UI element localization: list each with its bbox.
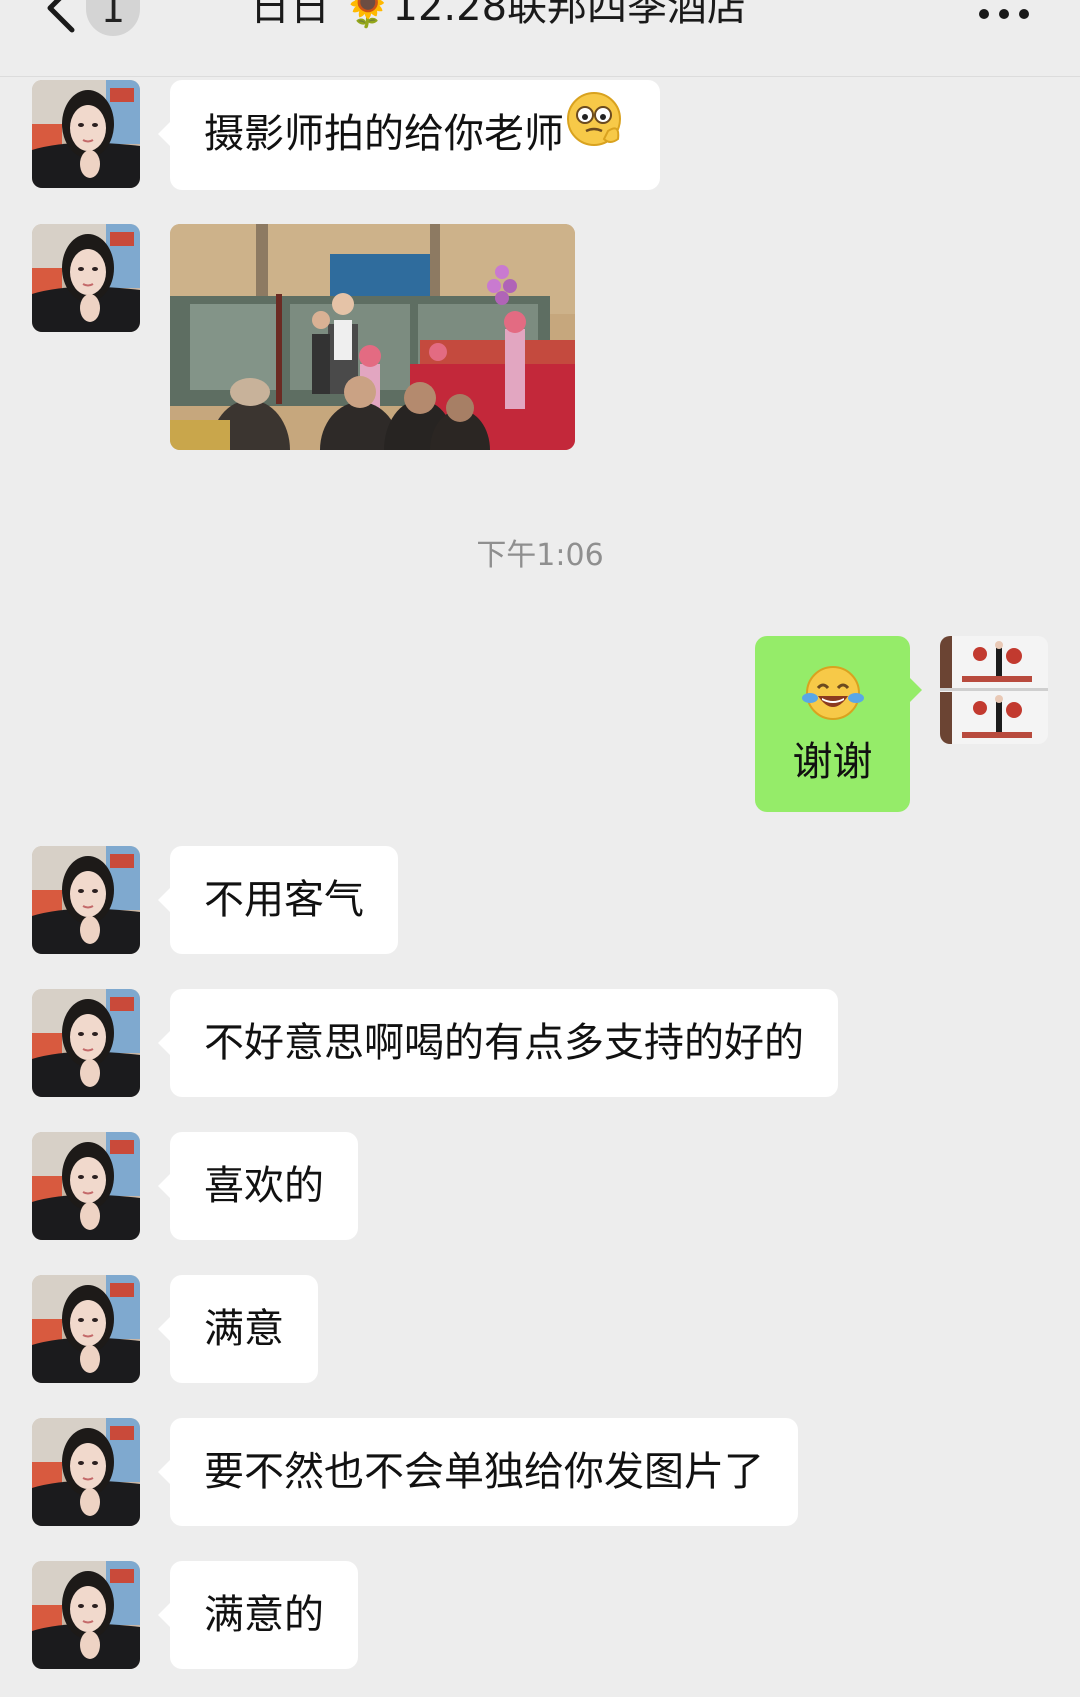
timestamp: 下午1:06	[476, 538, 604, 573]
avatar[interactable]	[32, 1275, 140, 1383]
event-photo[interactable]	[170, 224, 575, 450]
chat-title: 日日 🌻12.28联邦四季酒店	[250, 0, 748, 30]
message-bubble[interactable]: 喜欢的	[158, 1132, 358, 1240]
message-text: 摄影师拍的给你老师	[204, 111, 564, 157]
my-message-bubble[interactable]: 谢谢	[755, 636, 922, 812]
avatar[interactable]	[32, 846, 140, 954]
chat-header: 1 日日 🌻12.28联邦四季酒店	[0, 0, 1080, 77]
message-bubble[interactable]: 满意	[158, 1275, 318, 1383]
message-bubble[interactable]: 摄影师拍的给你老师	[158, 80, 660, 190]
avatar[interactable]	[32, 224, 140, 332]
avatar[interactable]	[32, 80, 140, 188]
avatar[interactable]	[32, 1132, 140, 1240]
message-bubble[interactable]: 要不然也不会单独给你发图片了	[158, 1418, 798, 1526]
my-message-text: 谢谢	[792, 739, 873, 785]
avatar[interactable]	[32, 1418, 140, 1526]
avatar[interactable]	[32, 1561, 140, 1669]
message-bubble[interactable]: 不好意思啊喝的有点多支持的好的	[158, 989, 838, 1097]
my-avatar[interactable]	[940, 636, 1048, 744]
avatar[interactable]	[32, 989, 140, 1097]
more-dots-icon[interactable]	[976, 2, 1032, 26]
laughing-tears-emoji-icon	[755, 636, 910, 724]
message-bubble[interactable]: 不用客气	[158, 846, 398, 954]
message-bubble[interactable]: 满意的	[158, 1561, 358, 1669]
unread-count-badge[interactable]: 1	[86, 0, 140, 36]
smirk-emoji-icon	[564, 82, 626, 190]
